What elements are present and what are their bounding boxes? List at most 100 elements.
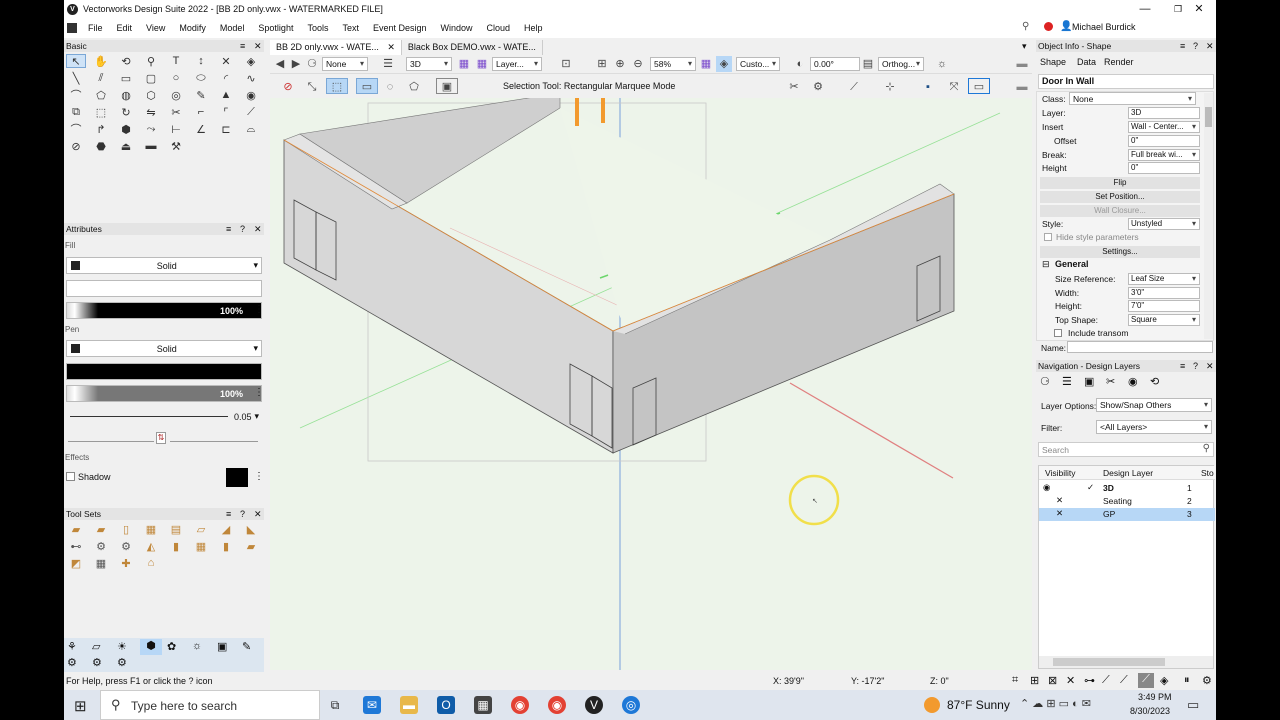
pause-icon[interactable]: ⏸ [1184,674,1190,687]
menu-spotlight[interactable]: Spotlight [251,23,300,33]
app-taskbar-icon[interactable]: ◎ [622,696,640,714]
menu-help[interactable]: Help [517,23,550,33]
more-icon[interactable]: ⋮ [254,471,264,482]
menu-tools[interactable]: Tools [300,23,335,33]
snap-icon[interactable]: ✂ [786,79,802,95]
lighting-icon[interactable]: ▮ [166,539,186,553]
fill-opacity-slider[interactable]: 100% [66,302,262,319]
clock-time[interactable]: 3:49 PM [1138,692,1172,702]
furniture-icon[interactable]: ▱ [191,522,211,536]
screen-plane-icon[interactable]: ▭ [968,78,990,94]
dimension-tool-icon[interactable]: ↕ [191,54,211,68]
width-field[interactable]: 3'0" [1128,287,1200,299]
snap-object-icon[interactable]: ◈ [1160,674,1168,687]
hammer-tool-icon[interactable]: ⚒ [166,139,186,153]
view-toggle-icon[interactable]: ◈ [716,56,732,72]
dimension-set-icon[interactable]: ⊷ [66,539,86,553]
freehand-tool-icon[interactable]: ∿ [241,71,261,85]
tab-data[interactable]: Data [1077,57,1096,67]
task-view-icon[interactable]: ⧉ [326,696,344,714]
more-options-icon[interactable]: ▬ [1014,79,1030,95]
sweep-tool-icon[interactable]: ⤳ [141,122,161,136]
forward-arrow-icon[interactable]: ▶ [288,56,304,72]
lighting-options-icon[interactable]: ☼ [934,56,950,72]
classes-icon[interactable]: ⚆ [1040,375,1050,388]
mirror-tool-icon[interactable]: ⇋ [141,105,161,119]
mail-icon[interactable]: ✉ [363,696,381,714]
cog-icon[interactable]: ⚙ [117,656,127,669]
machine-icon[interactable]: ⚙ [67,656,77,669]
zoom-out-icon[interactable]: ⊖ [630,56,646,72]
view-tool-icon[interactable]: ◈ [241,54,261,68]
layer-list-scrollbar[interactable] [1039,656,1213,668]
menu-window[interactable]: Window [434,23,480,33]
zoom-dropdown[interactable]: 58% [650,57,696,71]
search-icon[interactable]: ⚲ [1022,21,1029,32]
fabrication-icon[interactable]: ✚ [116,556,136,570]
spiral-tool-icon[interactable]: ◍ [116,88,136,102]
detailing-icon[interactable]: ▤ [166,522,186,536]
slab-tool-icon[interactable]: ⌓ [241,122,261,136]
set-position-button[interactable]: Set Position... [1040,191,1200,203]
shadow-color-swatch[interactable] [226,468,248,487]
mep-icon[interactable]: ⚙ [116,539,136,553]
tab-render[interactable]: Render [1104,57,1134,67]
offset-tool-icon[interactable]: ⧉ [66,105,86,119]
building-shell-icon[interactable]: ▰ [66,522,86,536]
view-icon[interactable]: ⊡ [558,56,574,72]
text-tool-icon[interactable]: T [166,54,186,68]
wall-icon[interactable]: ▰ [91,522,111,536]
chrome-profile-icon[interactable]: ◉ [548,696,566,714]
pen-pattern-field[interactable] [66,363,262,380]
sheet-layers-icon[interactable]: ▣ [1084,375,1094,388]
top-shape-dropdown[interactable]: Square [1128,314,1200,326]
space-planning-icon[interactable]: ◩ [66,556,86,570]
pen-style-dropdown[interactable]: Solid ▾ [66,340,262,357]
pen-opacity-slider[interactable]: 100% [66,385,262,402]
arc-tool-icon[interactable]: ◜ [216,71,236,85]
palette-menu-icon[interactable]: ≡ [226,223,231,235]
lasso-mode-icon[interactable]: ◌ [382,79,398,95]
more-options-icon[interactable]: ▬ [1014,56,1030,72]
grid-icon[interactable]: ▦ [456,56,472,72]
palette-close-icon[interactable]: ✕ [254,40,262,52]
help-icon[interactable]: ? [1193,360,1198,372]
snap-tangent-icon[interactable]: ⟋ [1102,674,1110,687]
interactive-scaling-icon[interactable]: ⤡ [304,79,320,95]
rotate-plane-icon[interactable]: ◐ [792,56,808,72]
measure-tool-icon[interactable]: ⊢ [166,122,186,136]
more-icon[interactable]: ⋮ [254,304,264,315]
menu-cloud[interactable]: Cloud [480,23,518,33]
rigging-icon[interactable]: ▦ [191,539,211,553]
height-field[interactable]: 0" [1128,162,1200,174]
help-icon[interactable]: ? [240,223,245,235]
tab-list-chevron-icon[interactable]: ▾ [1022,41,1027,52]
line-weight-dropdown[interactable]: 0.05 ▾ [66,408,262,425]
double-line-tool-icon[interactable]: ⫽ [91,71,111,85]
minimize-button[interactable]: — [1128,0,1162,18]
layer-dropdown[interactable]: 3D [406,57,452,71]
layer-row-selected[interactable]: ✕ GP 3 [1039,508,1215,521]
layer-stack-icon[interactable]: ☰ [380,56,396,72]
palette-menu-icon[interactable]: ≡ [1180,40,1185,52]
line-start-marker-dropdown[interactable] [68,430,154,442]
hidden-x-icon[interactable]: ✕ [1056,508,1063,519]
polyline-tool-icon[interactable]: ⌒ [66,88,86,102]
layer-row[interactable]: ✕ Seating 2 [1039,495,1215,508]
landmark-icon[interactable]: ⚘ [67,640,77,653]
snap-grid-icon[interactable]: ⊞ [1030,674,1039,687]
move-tool-icon[interactable]: ↱ [91,122,111,136]
fill-pattern-field[interactable] [66,280,262,297]
include-transom-checkbox[interactable] [1054,329,1062,337]
layer-options-dropdown[interactable]: Show/Snap Others [1096,398,1212,412]
tag-tool-icon[interactable]: ⏏ [116,139,136,153]
palette-menu-icon[interactable]: ≡ [226,508,231,520]
window-icon[interactable]: ▦ [141,522,161,536]
snap-distance-icon[interactable]: ⊶ [1084,674,1095,687]
connect-tool-icon[interactable]: ⌐ [191,105,211,119]
section-tool-icon[interactable]: ⊏ [216,122,236,136]
machine-design-icon[interactable]: ⚙ [91,539,111,553]
no-tool-icon[interactable]: ⊘ [66,139,86,153]
pick-up-icon[interactable]: ⟋ [846,79,862,95]
building-icon[interactable]: ⬢ [140,639,162,655]
